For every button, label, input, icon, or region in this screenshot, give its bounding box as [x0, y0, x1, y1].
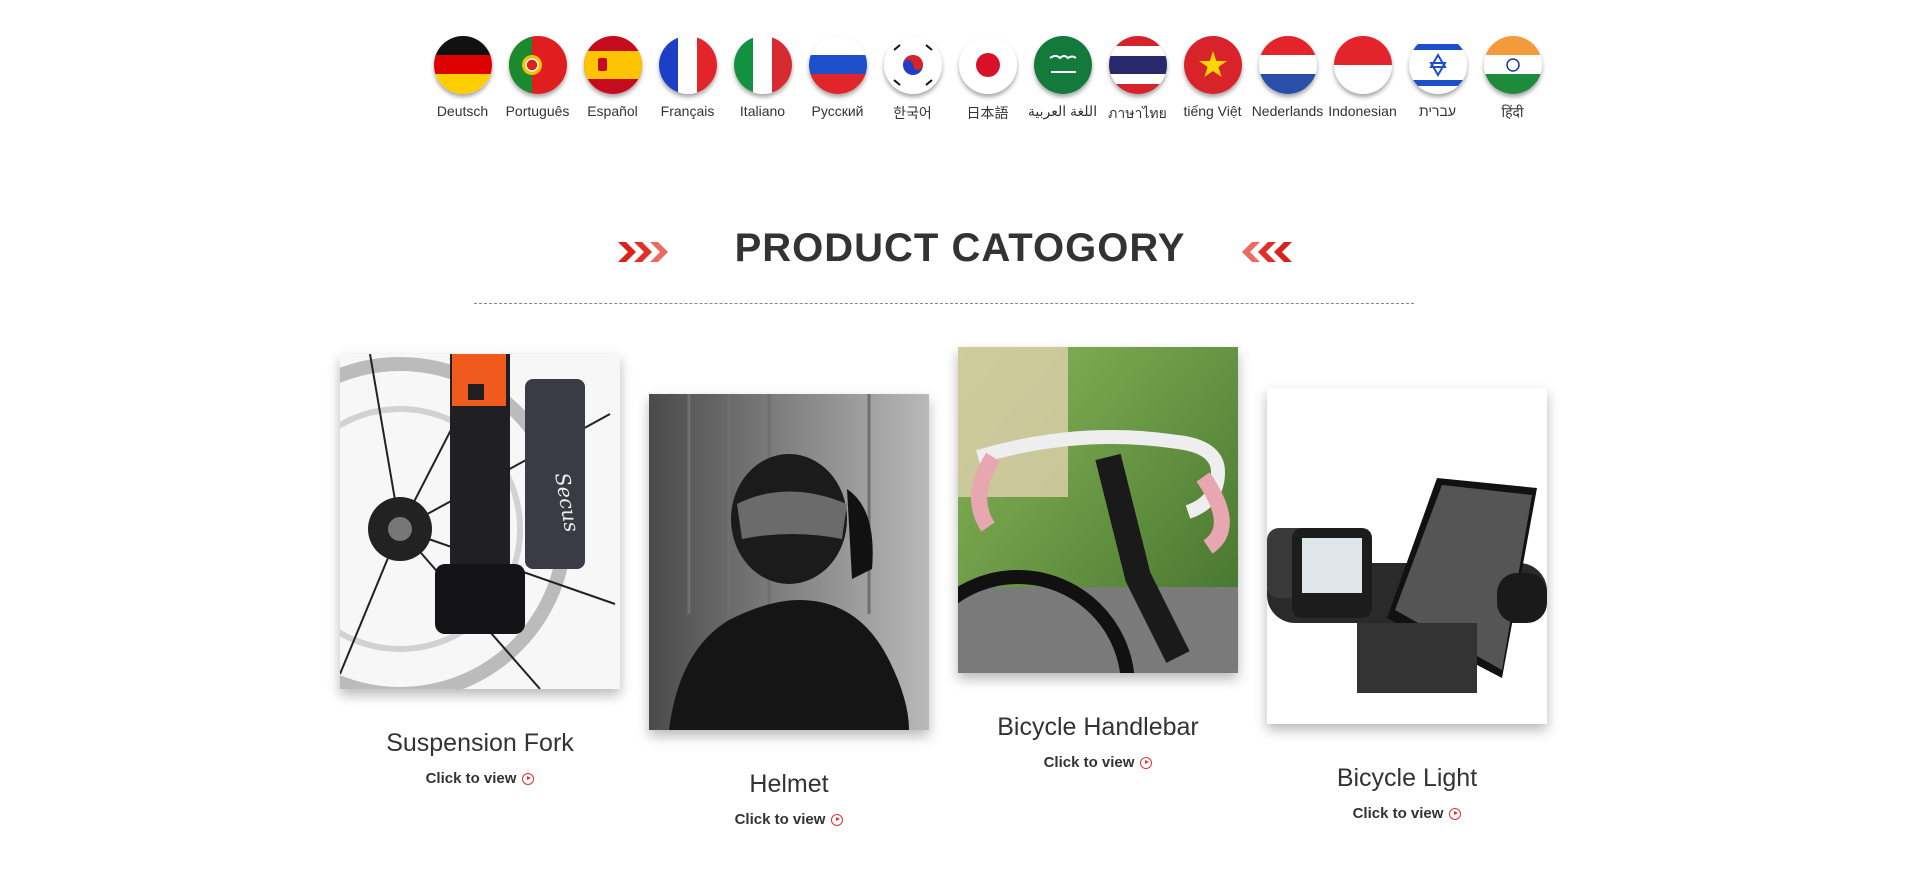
language-label: 日本語 [966, 105, 1009, 121]
russia-flag-icon [808, 36, 867, 94]
click-to-view-link[interactable]: Click to view [1353, 805, 1462, 822]
click-to-view-link[interactable]: Click to view [426, 770, 535, 787]
arrow-circle-icon [1140, 756, 1153, 769]
bicycle-handlebar-photo [958, 347, 1238, 673]
language-option-vietnamese[interactable]: tiếng Việt [1175, 36, 1250, 125]
language-label: Español [587, 103, 638, 119]
language-option-deutsch[interactable]: Deutsch [425, 36, 500, 125]
click-to-view-label: Click to view [1043, 754, 1135, 771]
language-label: Deutsch [436, 103, 489, 119]
click-to-view-label: Click to view [1352, 805, 1444, 822]
language-label: Italiano [739, 103, 786, 119]
language-label: 한국어 [893, 105, 932, 121]
language-option-arabic[interactable]: اللغة العربية [1025, 36, 1100, 125]
indonesia-flag-icon [1333, 36, 1392, 94]
language-selector: Deutsch Português Español Français Itali… [425, 36, 1550, 125]
product-name: Helmet [749, 770, 829, 798]
language-option-espanol[interactable]: Español [575, 36, 650, 125]
suspension-fork-photo: Secus [340, 354, 620, 689]
bicycle-light-photo [1267, 388, 1547, 724]
vietnam-flag-icon [1183, 36, 1242, 94]
language-label: tiếng Việt [1183, 103, 1242, 119]
india-flag-icon [1483, 36, 1542, 94]
click-to-view-link[interactable]: Click to view [735, 811, 844, 828]
language-option-nederlands[interactable]: Nederlands [1250, 36, 1325, 125]
language-option-russian[interactable]: Русский [800, 36, 875, 125]
product-name: Bicycle Light [1336, 764, 1478, 792]
language-option-korean[interactable]: 한국어 [875, 36, 950, 125]
language-label: Français [660, 103, 715, 119]
section-title: PRODUCT CATOGORY [734, 226, 1186, 270]
language-label: Русский [811, 103, 864, 119]
language-label: Nederlands [1251, 103, 1324, 119]
language-option-italiano[interactable]: Italiano [725, 36, 800, 125]
portugal-flag-icon [508, 36, 567, 94]
section-divider [474, 303, 1414, 304]
section-header: PRODUCT CATOGORY [0, 220, 1920, 280]
language-label: Português [505, 103, 570, 119]
italy-flag-icon [733, 36, 792, 94]
language-option-hebrew[interactable]: עברית [1400, 36, 1475, 125]
thailand-flag-icon [1108, 36, 1167, 94]
language-option-hindi[interactable]: हिंदी [1475, 36, 1550, 125]
germany-flag-icon [433, 36, 492, 94]
japan-flag-icon [958, 36, 1017, 94]
language-option-thai[interactable]: ภาษาไทย [1100, 36, 1175, 125]
arrow-circle-icon [522, 772, 535, 785]
language-label: हिंदी [1501, 104, 1524, 120]
language-label: ภาษาไทย [1108, 105, 1167, 121]
chevrons-left-icon [1242, 242, 1292, 262]
click-to-view-link[interactable]: Click to view [1044, 754, 1153, 771]
product-card-helmet[interactable]: Helmet Click to view [649, 394, 929, 828]
language-label: עברית [1418, 103, 1457, 119]
language-option-japanese[interactable]: 日本語 [950, 36, 1025, 125]
israel-flag-icon [1408, 36, 1467, 94]
arrow-circle-icon [1449, 807, 1462, 820]
click-to-view-label: Click to view [734, 811, 826, 828]
product-card-bicycle-light[interactable]: Bicycle Light Click to view [1267, 388, 1547, 822]
language-option-portugues[interactable]: Português [500, 36, 575, 125]
product-name: Suspension Fork [386, 729, 574, 757]
korea-flag-icon [883, 36, 942, 94]
netherlands-flag-icon [1258, 36, 1317, 94]
saudi-arabia-flag-icon [1033, 36, 1092, 94]
language-option-indonesian[interactable]: Indonesian [1325, 36, 1400, 125]
click-to-view-label: Click to view [425, 770, 517, 787]
product-name: Bicycle Handlebar [997, 713, 1199, 741]
language-label: Indonesian [1328, 103, 1397, 119]
language-option-francais[interactable]: Français [650, 36, 725, 125]
spain-flag-icon [583, 36, 642, 94]
arrow-circle-icon [831, 813, 844, 826]
france-flag-icon [658, 36, 717, 94]
language-label: اللغة العربية [1027, 103, 1098, 119]
helmet-photo [649, 394, 929, 730]
product-card-suspension-fork[interactable]: Secus Suspension Fork Click to view [340, 354, 620, 787]
product-card-bicycle-handlebar[interactable]: Bicycle Handlebar Click to view [958, 347, 1238, 771]
